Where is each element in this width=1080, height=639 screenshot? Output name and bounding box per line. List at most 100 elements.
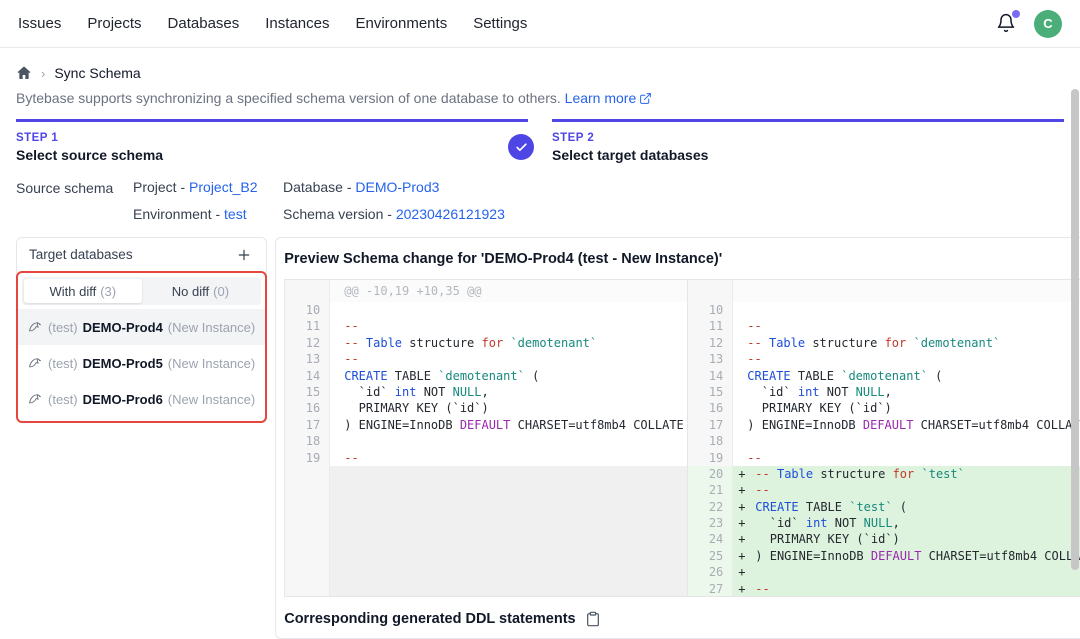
database-environment: (test) <box>48 356 78 371</box>
field-name: Schema version <box>283 206 383 222</box>
code-text: CREATE TABLE `demotenant` ( <box>330 368 687 384</box>
schema-preview-panel: Preview Schema change for 'DEMO-Prod4 (t… <box>275 237 1080 639</box>
page-scrollbar[interactable] <box>1071 89 1079 570</box>
line-number: 18 <box>285 433 330 449</box>
code-text: PRIMARY KEY (`id`) <box>733 400 1080 416</box>
diff-filter-tab[interactable]: No diff (0) <box>142 279 260 303</box>
line-number: 19 <box>688 450 733 466</box>
code-text: + PRIMARY KEY (`id`) <box>733 531 1080 547</box>
diff-pane-original[interactable]: @@ -10,19 +10,35 @@ 10 11 -- 12 -- Table… <box>285 280 688 596</box>
nav-item[interactable]: Instances <box>265 15 329 32</box>
line-number: 15 <box>285 384 330 400</box>
code-text: -- <box>733 318 1080 334</box>
source-schema-field: Database - DEMO-Prod3 <box>283 179 505 195</box>
diff-line: 26 + <box>688 564 1080 580</box>
nav-item[interactable]: Environments <box>355 15 447 32</box>
notification-bell-button[interactable] <box>996 13 1018 35</box>
tab-count: (3) <box>100 284 116 299</box>
copy-ddl-button[interactable] <box>585 611 601 627</box>
line-number: 24 <box>688 531 733 547</box>
code-text: ) ENGINE=InnoDB DEFAULT CHARSET=utf8mb4 … <box>330 417 687 433</box>
target-database-item[interactable]: (test) DEMO-Prod6 (New Instance) <box>18 381 265 417</box>
diff-line: 22 +CREATE TABLE `test` ( <box>688 499 1080 515</box>
diff-filter-tabs: With diff (3) No diff (0) <box>22 277 261 305</box>
code-text: PRIMARY KEY (`id`) <box>330 400 687 416</box>
code-text: -- <box>330 351 687 367</box>
diff-filler <box>285 466 687 596</box>
diff-line: 23 + `id` int NOT NULL, <box>688 515 1080 531</box>
line-number: 12 <box>285 335 330 351</box>
code-text: -- Table structure for `demotenant` <box>330 335 687 351</box>
step-completed-badge <box>508 134 534 160</box>
line-number: 27 <box>688 581 733 596</box>
line-number: 25 <box>688 548 733 564</box>
home-icon[interactable] <box>16 65 32 81</box>
diff-line: 18 <box>688 433 1080 449</box>
line-number: 19 <box>285 450 330 466</box>
preview-title: Preview Schema change for 'DEMO-Prod4 (t… <box>284 251 1080 267</box>
diff-line: 15 `id` int NOT NULL, <box>285 384 687 400</box>
ddl-title: Corresponding generated DDL statements <box>284 611 575 627</box>
line-number: 18 <box>688 433 733 449</box>
line-number: 16 <box>688 400 733 416</box>
tab-count: (0) <box>213 284 229 299</box>
diff-line: 16 PRIMARY KEY (`id`) <box>688 400 1080 416</box>
ddl-section-header: Corresponding generated DDL statements <box>284 611 1080 627</box>
database-instance-suffix: (New Instance) <box>168 320 255 335</box>
top-nav: Issues Projects Databases Instances Environm… <box>0 0 1080 48</box>
source-schema-field: Environment - test <box>133 206 283 222</box>
target-databases-header: Target databases <box>17 238 266 271</box>
learn-more-link[interactable]: Learn more <box>565 90 653 106</box>
tab-label: No diff <box>172 284 209 299</box>
avatar[interactable]: C <box>1034 10 1062 38</box>
diff-line: 10 <box>688 302 1080 318</box>
target-database-item[interactable]: (test) DEMO-Prod5 (New Instance) <box>18 345 265 381</box>
code-text: ) ENGINE=InnoDB DEFAULT CHARSET=utf8mb4 … <box>733 417 1080 433</box>
step-1-label: STEP 1 <box>16 132 528 144</box>
field-value-link[interactable]: 20230426121923 <box>396 206 505 222</box>
line-number: 17 <box>688 417 733 433</box>
diff-line: 10 <box>285 302 687 318</box>
line-number: 23 <box>688 515 733 531</box>
step-2-progress-bar <box>552 119 1064 122</box>
field-value-link[interactable]: Project_B2 <box>189 179 257 195</box>
database-name: DEMO-Prod4 <box>83 320 163 335</box>
code-text: -- <box>733 450 1080 466</box>
nav-item[interactable]: Databases <box>168 15 240 32</box>
diff-hunk-header-right <box>688 280 1080 302</box>
diff-hunk-text: @@ -10,19 +10,35 @@ <box>330 280 687 302</box>
line-number: 10 <box>688 302 733 318</box>
field-value-link[interactable]: DEMO-Prod3 <box>355 179 439 195</box>
target-databases-panel: Target databases With diff (3) No diff (… <box>16 237 267 423</box>
notification-dot <box>1012 10 1020 18</box>
line-number: 14 <box>285 368 330 384</box>
description-text: Bytebase supports synchronizing a specif… <box>16 90 561 106</box>
field-name: Environment <box>133 206 212 222</box>
code-text: CREATE TABLE `demotenant` ( <box>733 368 1080 384</box>
code-text: +-- <box>733 581 1080 596</box>
code-text <box>733 302 1080 318</box>
line-number: 15 <box>688 384 733 400</box>
nav-item[interactable]: Settings <box>473 15 527 32</box>
plus-icon <box>236 247 252 263</box>
nav-item[interactable]: Projects <box>87 15 141 32</box>
diff-line: 14 CREATE TABLE `demotenant` ( <box>688 368 1080 384</box>
main-nav: Issues Projects Databases Instances Environm… <box>18 15 527 32</box>
diff-line: 25 +) ENGINE=InnoDB DEFAULT CHARSET=utf8… <box>688 548 1080 564</box>
diff-filter-tab[interactable]: With diff (3) <box>24 279 142 303</box>
diff-line: 14 CREATE TABLE `demotenant` ( <box>285 368 687 384</box>
database-name: DEMO-Prod5 <box>83 356 163 371</box>
mysql-icon <box>28 392 43 407</box>
code-text <box>733 433 1080 449</box>
mysql-icon <box>28 356 43 371</box>
line-number: 10 <box>285 302 330 318</box>
diff-line: 19 -- <box>688 450 1080 466</box>
diff-pane-modified[interactable]: 10 11 -- 12 -- Table structure for `demo… <box>688 280 1080 596</box>
add-target-database-button[interactable] <box>234 245 254 265</box>
page-description: Bytebase supports synchronizing a specif… <box>16 90 1064 106</box>
target-databases-title: Target databases <box>29 247 133 262</box>
target-database-item[interactable]: (test) DEMO-Prod4 (New Instance) <box>18 309 265 345</box>
nav-item[interactable]: Issues <box>18 15 61 32</box>
code-text: + <box>733 564 1080 580</box>
field-value-link[interactable]: test <box>224 206 247 222</box>
